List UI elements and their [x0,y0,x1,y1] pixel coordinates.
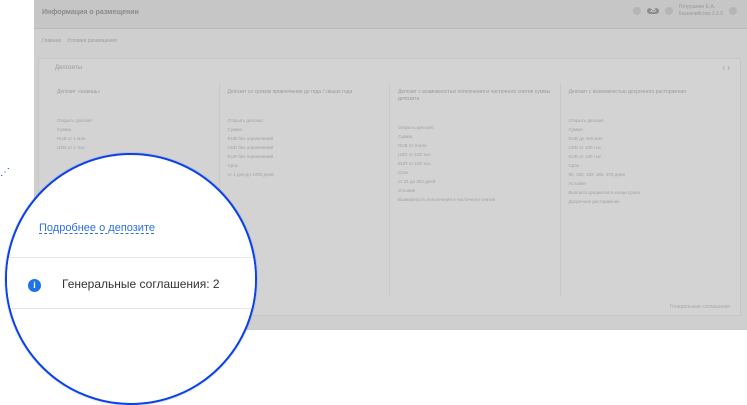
deposit-line: Выплата процентов в конце срока [568,190,640,195]
top-right-controls: 25 Петрушкин Е.А. Казначейство 3.1.0 [633,4,737,18]
deposit-title: Депозит со сроком привлечения до года / … [227,89,353,95]
general-agreements-link[interactable]: Генеральные соглашения [670,304,730,310]
deposit-line: RUB от 1 млн [57,136,86,141]
user-org: Казначейство 3.1.0 [678,11,723,17]
deposit-line: Срок [227,163,238,168]
deposit-line: EUR без ограничений [227,154,274,159]
deposit-line[interactable]: Открыть депозит [228,116,382,125]
deposit-line: Срок [398,170,409,175]
deposit-line: Условия [568,181,586,186]
settings-icon[interactable] [664,7,673,15]
deposit-title: Депозит с возможностью досрочного растор… [568,89,686,95]
breadcrumb: Главная Условия размещения [42,38,117,44]
deposit-line: EUR от 100 тыс [398,161,431,166]
menu-icon[interactable] [729,7,737,15]
user-name: Петрушкин Е.А. [678,4,716,10]
carousel-arrows[interactable]: ‹ › [722,63,730,72]
deposit-line: RUB без ограничений [227,136,274,141]
divider [7,308,255,309]
deposit-line: 90, 180, 182, 365, 370 дней [568,172,625,177]
notification-badge[interactable]: 25 [647,8,659,14]
deposit-line: RUB от 3 млн [398,143,427,148]
deposit-line: USD от 1 тыс [57,145,85,150]
deposit-column: Депозит с возможностью пополнения и част… [389,83,560,297]
deposit-line[interactable]: Открыть депозит [57,116,211,125]
deposit-line[interactable]: Открыть депозит [398,123,552,132]
deposit-title: Депозит «знаешь» [57,89,101,95]
top-bar: Информация о размещении 25 Петрушкин Е.А… [34,0,747,29]
deposit-line: Сумма [57,127,72,132]
deposit-line: от 1 дня до 1000 дней [227,172,274,177]
deposit-line: Условия [398,188,416,193]
deposit-line: Сумма [568,127,583,132]
deposit-column: Депозит с возможностью досрочного растор… [559,83,731,297]
deposit-line: Сумма [227,127,242,132]
search-icon[interactable] [633,7,642,15]
info-icon: i [28,279,41,292]
deposit-line: Возможность пополнения и частичного снят… [398,197,496,202]
deposit-title: Депозит с возможностью пополнения и част… [398,89,551,102]
deposit-line[interactable]: Открыть депозит [569,116,723,125]
magnifier-callout: Подробнее о депозите i Генеральные согла… [5,153,257,405]
deposit-details-link[interactable]: Подробнее о депозите [39,222,155,234]
deposit-line: USD без ограничений [227,145,274,150]
deposit-line: Досрочное расторжение [568,199,620,204]
deposit-line: RUB до 400 млн [568,136,603,141]
breadcrumb-current: Условия размещения [67,38,117,44]
breadcrumb-home[interactable]: Главная [42,38,61,44]
general-agreements-count: Генеральные соглашения: 2 [62,277,220,291]
deposit-line: USD от 100 тыс [568,145,602,150]
deposit-line: Срок [568,163,579,168]
user-info[interactable]: Петрушкин Е.А. Казначейство 3.1.0 [679,4,723,18]
deposit-line: EUR от 100 тыс [568,154,602,159]
deposit-line: USD от 100 тыс [398,152,431,157]
panel-title: Депозиты [55,65,83,71]
page-title: Информация о размещении [42,9,139,16]
deposit-line: от 31 до 364 дней [398,179,436,184]
deposit-line: Сумма [398,134,413,139]
pointer-arrow-icon: ⋰ [0,167,10,178]
